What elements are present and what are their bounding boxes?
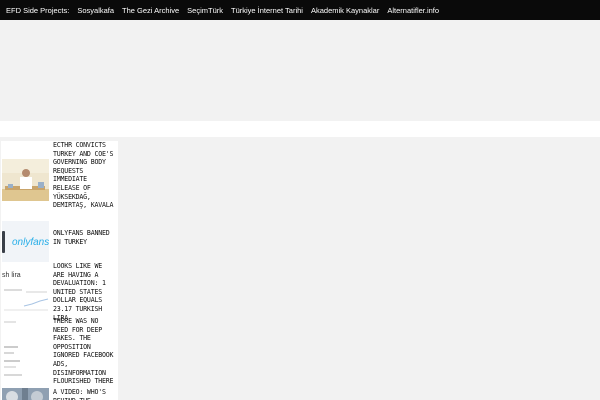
- nav-link-turkiye-internet-tarihi[interactable]: Türkiye İnternet Tarihi: [231, 6, 303, 15]
- post-title-link[interactable]: ECTHR CONVICTS TURKEY AND COE'S GOVERNIN…: [53, 141, 117, 210]
- nav-link-secimturk[interactable]: SeçimTürk: [187, 6, 223, 15]
- thumbnail-text: sh lira: [2, 272, 21, 279]
- nav-link-alternatifler[interactable]: Alternatifler.info: [387, 6, 439, 15]
- nav-link-akademik-kaynaklar[interactable]: Akademik Kaynaklar: [311, 6, 379, 15]
- post-thumbnail[interactable]: [2, 337, 49, 381]
- post-title-link[interactable]: A VIDEO: WHO'S BEHIND THE: [53, 388, 117, 400]
- post-title-link[interactable]: THERE WAS NO NEED FOR DEEP FAKES. THE OP…: [53, 317, 117, 386]
- post-title-link[interactable]: ONLYFANS BANNED IN TURKEY: [53, 229, 117, 246]
- header-band: [0, 121, 600, 137]
- thumbnail-text: onlyfans: [12, 237, 49, 248]
- ad-banner-area: [0, 20, 600, 121]
- post-thumbnail[interactable]: sh lira: [2, 262, 49, 332]
- post-title-link[interactable]: LOOKS LIKE WE ARE HAVING A DEVALUATION: …: [53, 262, 117, 322]
- top-navigation-bar: EFD Side Projects: Sosyalkafa The Gezi A…: [0, 0, 600, 20]
- post-thumbnail[interactable]: [2, 388, 49, 400]
- post-thumbnail[interactable]: onlyfans: [2, 221, 49, 263]
- post-thumbnail[interactable]: [2, 159, 49, 201]
- side-projects-label: EFD Side Projects:: [6, 5, 70, 15]
- nav-link-gezi-archive[interactable]: The Gezi Archive: [122, 6, 179, 15]
- nav-link-sosyalkafa[interactable]: Sosyalkafa: [77, 6, 114, 15]
- recent-posts-sidebar: ECTHR CONVICTS TURKEY AND COE'S GOVERNIN…: [1, 141, 118, 400]
